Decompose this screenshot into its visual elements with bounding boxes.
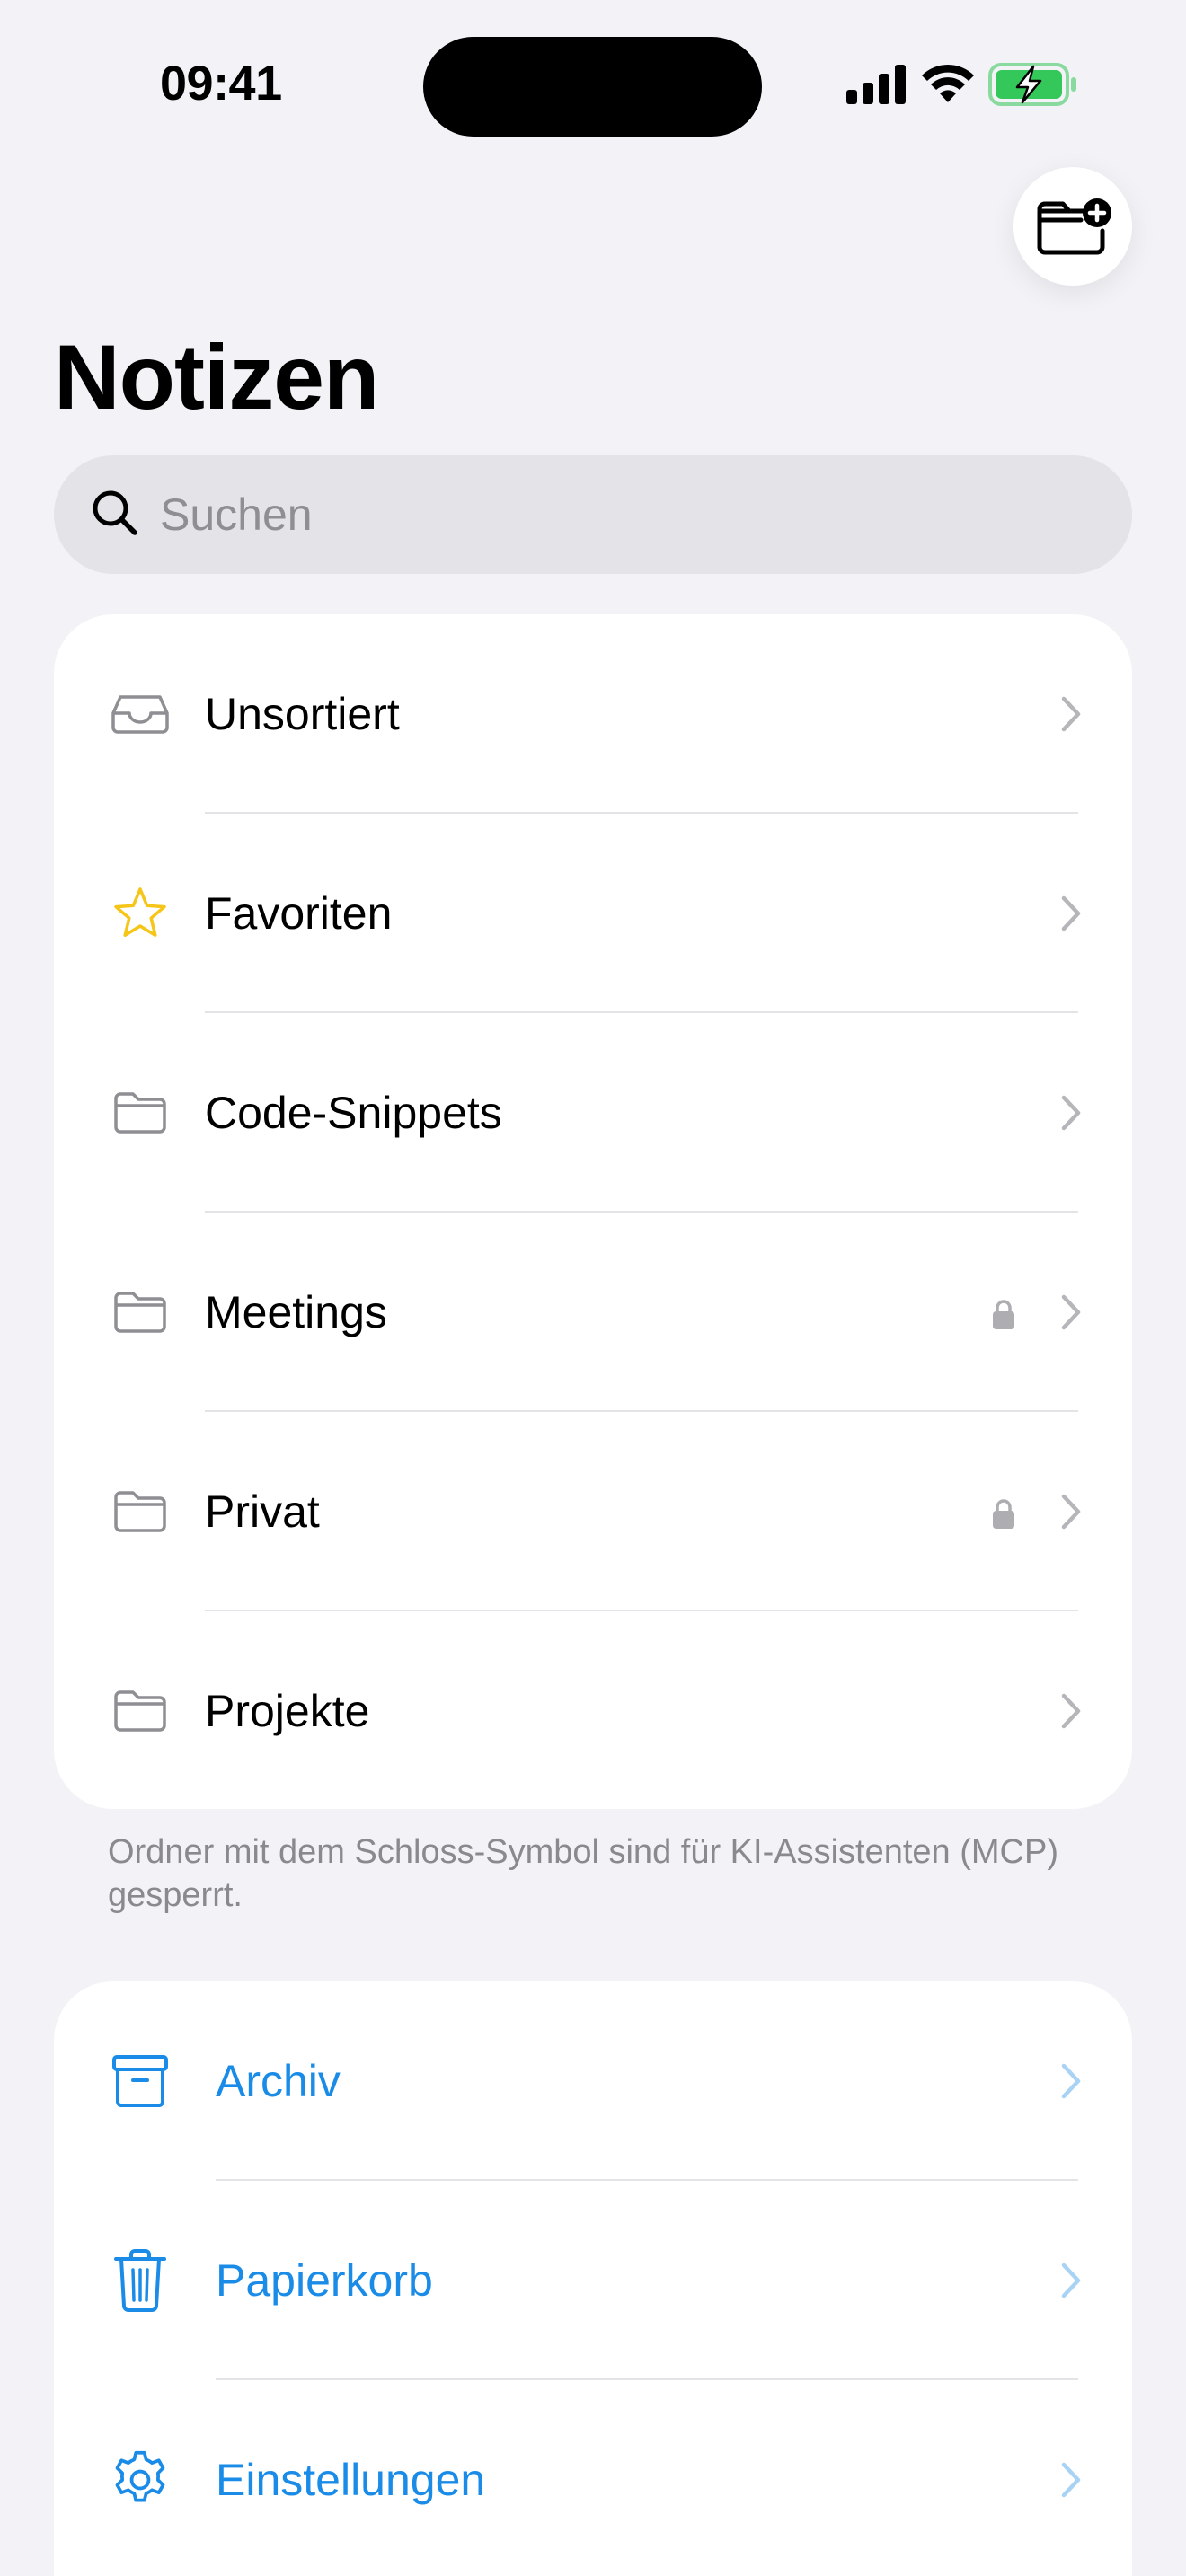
dynamic-island xyxy=(423,37,762,137)
folders-list: Unsortiert Favoriten Code-Snippets Meeti… xyxy=(54,614,1132,1809)
chevron-right-icon xyxy=(1060,1493,1082,1535)
folder-label: Favoriten xyxy=(205,888,393,939)
system-list: Archiv Papierkorb Einstellungen xyxy=(54,1981,1132,2576)
chevron-right-icon xyxy=(1060,1293,1082,1336)
chevron-right-icon xyxy=(1060,2062,1082,2104)
lock-icon xyxy=(992,1499,1015,1534)
folder-label: Code-Snippets xyxy=(205,1088,502,1138)
folder-row-favoriten[interactable]: Favoriten xyxy=(54,814,1132,1013)
lock-icon xyxy=(992,1300,1015,1335)
folder-icon xyxy=(110,1279,171,1345)
page-title: Notizen xyxy=(54,326,379,428)
folder-row-unsortiert[interactable]: Unsortiert xyxy=(54,614,1132,814)
system-row-archiv[interactable]: Archiv xyxy=(54,1981,1132,2181)
system-item-label: Archiv xyxy=(216,2056,341,2106)
system-item-label: Papierkorb xyxy=(216,2255,433,2306)
folder-icon xyxy=(110,1478,171,1545)
wifi-icon xyxy=(922,64,974,102)
system-item-label: Einstellungen xyxy=(216,2455,486,2505)
star-icon xyxy=(110,880,171,947)
lock-footnote: Ordner mit dem Schloss-Symbol sind für K… xyxy=(108,1833,1058,1914)
system-row-einstellungen[interactable]: Einstellungen xyxy=(54,2380,1132,2576)
battery-charging-icon xyxy=(988,63,1076,106)
search-input[interactable] xyxy=(160,481,1094,549)
system-row-papierkorb[interactable]: Papierkorb xyxy=(54,2181,1132,2380)
folder-label: Meetings xyxy=(205,1287,387,1337)
folder-icon xyxy=(110,1678,171,1744)
chevron-right-icon xyxy=(1060,1094,1082,1136)
folder-icon xyxy=(110,1080,171,1146)
search-icon xyxy=(90,488,140,543)
trash-icon xyxy=(110,2247,171,2314)
status-time: 09:41 xyxy=(160,57,282,110)
chevron-right-icon xyxy=(1060,1692,1082,1734)
folder-label: Privat xyxy=(205,1486,320,1537)
archive-box-icon xyxy=(110,2048,171,2114)
notes-screen: 09:41 Notizen Suchen Unsortiert Favorite… xyxy=(0,0,1186,2576)
chevron-right-icon xyxy=(1060,2461,1082,2503)
chevron-right-icon xyxy=(1060,695,1082,737)
folder-row-privat[interactable]: Privat xyxy=(54,1412,1132,1611)
tray-icon xyxy=(110,681,171,747)
chevron-right-icon xyxy=(1060,2262,1082,2304)
folder-row-projekte[interactable]: Projekte xyxy=(54,1611,1132,1811)
folder-label: Unsortiert xyxy=(205,689,400,739)
search-bar[interactable] xyxy=(54,455,1132,574)
folder-badge-plus-icon xyxy=(1037,198,1111,255)
folder-row-code-snippets[interactable]: Code-Snippets xyxy=(54,1013,1132,1213)
folder-label: Projekte xyxy=(205,1686,370,1736)
chevron-right-icon xyxy=(1060,895,1082,937)
new-folder-button[interactable] xyxy=(1013,167,1132,286)
gear-icon xyxy=(110,2447,171,2513)
cellular-signal-icon xyxy=(846,65,906,104)
folder-row-meetings[interactable]: Meetings xyxy=(54,1213,1132,1412)
